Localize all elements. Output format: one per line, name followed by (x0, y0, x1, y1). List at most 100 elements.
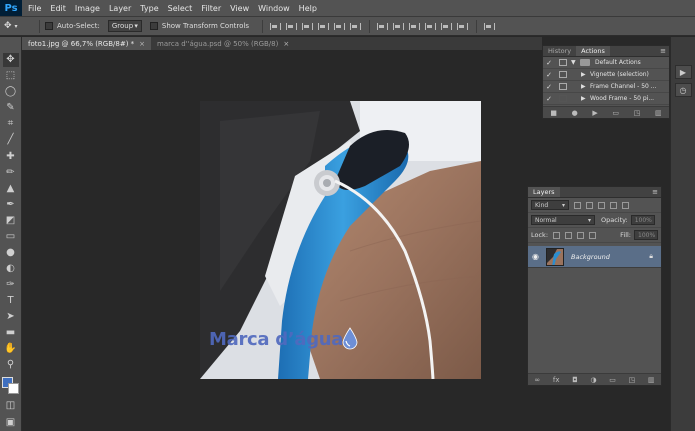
dodge-tool-icon[interactable]: ◐ (3, 261, 19, 275)
stop-icon[interactable]: ■ (550, 109, 557, 117)
quick-mask-icon[interactable]: ◫ (3, 399, 19, 413)
smart-filter-icon[interactable] (622, 201, 629, 209)
actions-collapsed-icon[interactable]: ▶ (674, 65, 692, 79)
path-select-tool-icon[interactable]: ➤ (3, 309, 19, 323)
record-icon[interactable]: ● (572, 109, 578, 117)
distribute-top-icon[interactable] (375, 21, 388, 32)
lock-pixels-icon[interactable] (565, 231, 573, 239)
new-action-icon[interactable]: ◳ (634, 109, 641, 117)
menu-help[interactable]: Help (299, 4, 317, 13)
menu-file[interactable]: File (28, 4, 41, 13)
menu-filter[interactable]: Filter (201, 4, 221, 13)
pen-tool-icon[interactable]: ✑ (3, 277, 19, 291)
close-icon[interactable]: × (283, 40, 289, 48)
eyedropper-tool-icon[interactable]: ╱ (3, 133, 19, 147)
brush-tool-icon[interactable]: ✏ (3, 165, 19, 179)
align-hcenter-icon[interactable] (332, 21, 345, 32)
adjustment-icon[interactable]: ◑ (590, 376, 596, 384)
align-bottom-icon[interactable] (300, 21, 313, 32)
background-color-swatch[interactable] (7, 383, 19, 395)
shape-filter-icon[interactable] (610, 201, 617, 209)
action-row[interactable]: ✓ ▶ Frame Channel - 50 ... (543, 81, 669, 93)
menu-layer[interactable]: Layer (109, 4, 131, 13)
link-icon[interactable]: ∞ (534, 376, 540, 384)
fx-icon[interactable]: fx (553, 376, 560, 384)
dialog-toggle-icon[interactable] (559, 83, 567, 90)
marquee-tool-icon[interactable]: ⬚ (3, 69, 19, 83)
shape-tool-icon[interactable]: ▬ (3, 325, 19, 339)
check-icon[interactable]: ✓ (543, 83, 555, 91)
trash-icon[interactable]: ▥ (648, 376, 655, 384)
auto-select-dropdown[interactable]: Group ▾ (107, 20, 142, 32)
expand-arrow-icon[interactable]: ▶ (581, 71, 590, 78)
canvas-area[interactable]: Marca d’água (22, 50, 542, 431)
history-brush-tool-icon[interactable]: ✒ (3, 197, 19, 211)
opacity-field[interactable]: 100% (630, 215, 655, 225)
pixel-filter-icon[interactable] (574, 201, 581, 209)
menu-view[interactable]: View (230, 4, 249, 13)
distribute-right-icon[interactable] (455, 21, 468, 32)
dialog-toggle-icon[interactable] (559, 95, 567, 102)
menu-select[interactable]: Select (168, 4, 193, 13)
stamp-tool-icon[interactable]: ▲ (3, 181, 19, 195)
tool-preset-picker[interactable]: ✥ ▾ (4, 19, 34, 33)
check-icon[interactable]: ✓ (543, 71, 555, 79)
align-left-icon[interactable] (316, 21, 329, 32)
healing-tool-icon[interactable]: ✚ (3, 149, 19, 163)
adjustment-filter-icon[interactable] (586, 201, 593, 209)
check-icon[interactable]: ✓ (543, 59, 555, 67)
action-row[interactable]: ✓ ▶ Vignette (selection) (543, 69, 669, 81)
dialog-toggle-icon[interactable] (559, 59, 567, 66)
dialog-toggle-icon[interactable] (559, 71, 567, 78)
color-swatches[interactable] (1, 377, 20, 395)
eraser-tool-icon[interactable]: ◩ (3, 213, 19, 227)
play-icon[interactable]: ▶ (592, 109, 597, 117)
document-image[interactable]: Marca d’água (200, 101, 481, 379)
distribute-hcenter-icon[interactable] (439, 21, 452, 32)
tab-history[interactable]: History (543, 46, 576, 56)
action-row[interactable]: ✓ ▼ Default Actions (543, 57, 669, 69)
layer-row-background[interactable]: ◉ Background 🔒︎ (528, 246, 661, 268)
check-icon[interactable]: ✓ (543, 95, 555, 103)
gradient-tool-icon[interactable]: ▭ (3, 229, 19, 243)
lock-all-icon[interactable] (589, 231, 597, 239)
menu-image[interactable]: Image (75, 4, 100, 13)
crop-tool-icon[interactable]: ⌗ (3, 117, 19, 131)
expand-arrow-icon[interactable]: ▶ (581, 95, 590, 102)
eye-icon[interactable]: ◉ (528, 252, 543, 261)
align-vcenter-icon[interactable] (284, 21, 297, 32)
align-top-icon[interactable] (268, 21, 281, 32)
auto-select-checkbox[interactable] (45, 22, 53, 30)
filter-kind-dropdown[interactable]: Kind ▾ (531, 200, 569, 210)
menu-edit[interactable]: Edit (50, 4, 66, 13)
expand-arrow-icon[interactable]: ▼ (571, 59, 580, 66)
hand-tool-icon[interactable]: ✋ (3, 341, 19, 355)
new-set-icon[interactable]: ▭ (612, 109, 619, 117)
lasso-tool-icon[interactable]: ◯ (3, 85, 19, 99)
menu-type[interactable]: Type (140, 4, 158, 13)
trash-icon[interactable]: ▥ (655, 109, 662, 117)
quick-select-tool-icon[interactable]: ✎ (3, 101, 19, 115)
history-collapsed-icon[interactable]: ◷ (674, 83, 692, 97)
doc-tab-foto1[interactable]: foto1.jpg @ 66,7% (RGB/8#) * × (22, 37, 152, 50)
type-tool-icon[interactable]: T (3, 293, 19, 307)
panel-menu-icon[interactable]: ≡ (652, 188, 658, 196)
auto-align-icon[interactable] (482, 21, 495, 32)
move-tool-icon[interactable]: ✥ (2, 53, 19, 67)
action-row[interactable]: ✓ ▶ Wood Frame - 50 pi... (543, 93, 669, 105)
zoom-tool-icon[interactable]: ⚲ (3, 357, 19, 371)
close-icon[interactable]: × (139, 40, 145, 48)
distribute-left-icon[interactable] (423, 21, 436, 32)
tab-layers[interactable]: Layers (528, 187, 560, 197)
screen-mode-icon[interactable]: ▣ (3, 415, 19, 429)
show-transform-checkbox[interactable] (149, 22, 158, 30)
tab-actions[interactable]: Actions (576, 46, 610, 56)
distribute-bottom-icon[interactable] (407, 21, 420, 32)
menu-window[interactable]: Window (258, 4, 290, 13)
mask-icon[interactable]: ◘ (572, 376, 578, 384)
expand-arrow-icon[interactable]: ▶ (581, 83, 590, 90)
lock-transparency-icon[interactable] (553, 231, 561, 239)
lock-position-icon[interactable] (577, 231, 585, 239)
panel-menu-icon[interactable]: ≡ (660, 47, 666, 55)
fill-field[interactable]: 100% (634, 230, 658, 240)
